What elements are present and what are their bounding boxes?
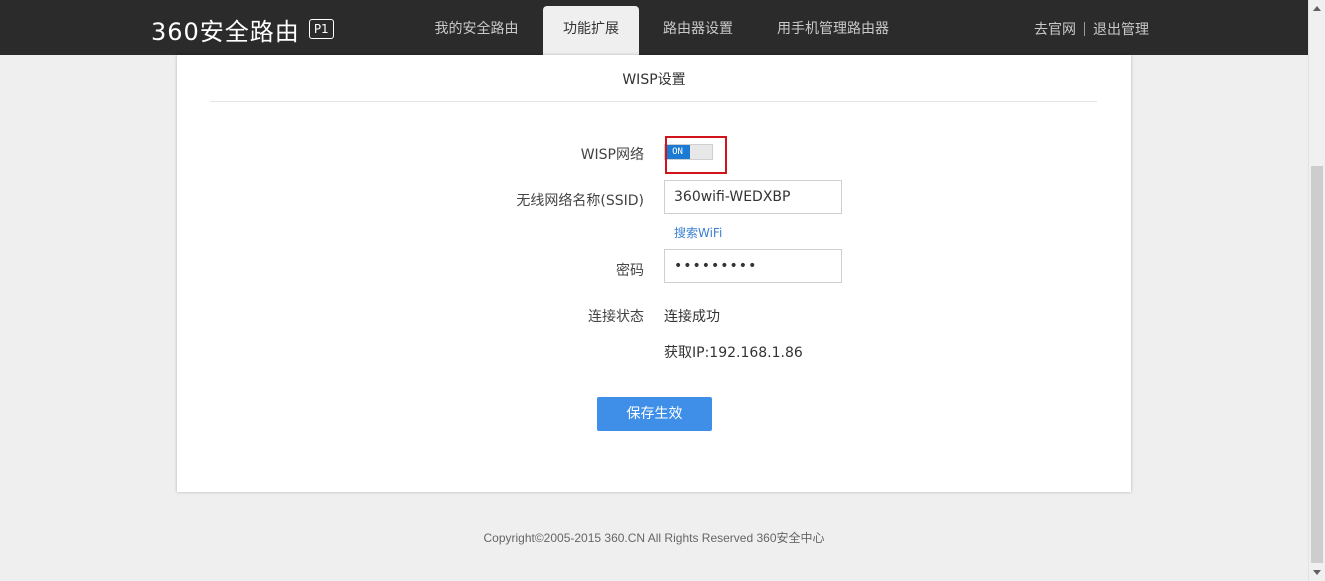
scroll-thumb[interactable] <box>1311 166 1323 563</box>
tab-mobile-manage[interactable]: 用手机管理路由器 <box>765 6 901 55</box>
official-site-link[interactable]: 去官网 <box>1034 19 1076 39</box>
vertical-scrollbar[interactable] <box>1308 0 1325 581</box>
highlight-box <box>665 136 727 174</box>
model-badge: P1 <box>308 19 334 39</box>
tab-feature-extension[interactable]: 功能扩展 <box>543 6 639 55</box>
password-label: 密码 <box>616 263 644 279</box>
search-wifi-link[interactable]: 搜索WiFi <box>674 224 722 241</box>
scroll-down-icon[interactable] <box>1313 570 1321 575</box>
scroll-up-icon[interactable] <box>1313 6 1321 11</box>
password-input[interactable]: ••••••••• <box>664 249 842 283</box>
save-button[interactable]: 保存生效 <box>597 397 712 431</box>
tab-router-settings[interactable]: 路由器设置 <box>652 6 744 55</box>
logo-text: 360安全路由 <box>151 17 300 46</box>
card-title: WISP设置 <box>622 72 686 88</box>
ssid-input[interactable]: 360wifi-WEDXBP <box>664 180 842 214</box>
connection-status-value: 连接成功 <box>664 309 720 325</box>
top-nav-bar: 360安全路由 P1 我的安全路由 功能扩展 路由器设置 用手机管理路由器 去官… <box>0 0 1308 55</box>
tab-my-router[interactable]: 我的安全路由 <box>420 6 533 55</box>
connection-status-label: 连接状态 <box>588 309 644 325</box>
wisp-network-label: WISP网络 <box>580 147 644 163</box>
wisp-settings-card: WISP设置 WISP网络 ON 无线网络名称(SSID) 360wifi-WE… <box>177 55 1131 492</box>
top-links: 去官网 退出管理 <box>1034 19 1149 39</box>
title-divider <box>210 101 1097 102</box>
footer-copyright: Copyright©2005-2015 360.CN All Rights Re… <box>483 531 825 545</box>
link-divider <box>1084 22 1085 36</box>
obtained-ip: 获取IP:192.168.1.86 <box>664 345 803 361</box>
logout-link[interactable]: 退出管理 <box>1093 19 1149 39</box>
brand-logo[interactable]: 360安全路由 P1 <box>151 15 334 46</box>
ssid-label: 无线网络名称(SSID) <box>516 193 644 209</box>
